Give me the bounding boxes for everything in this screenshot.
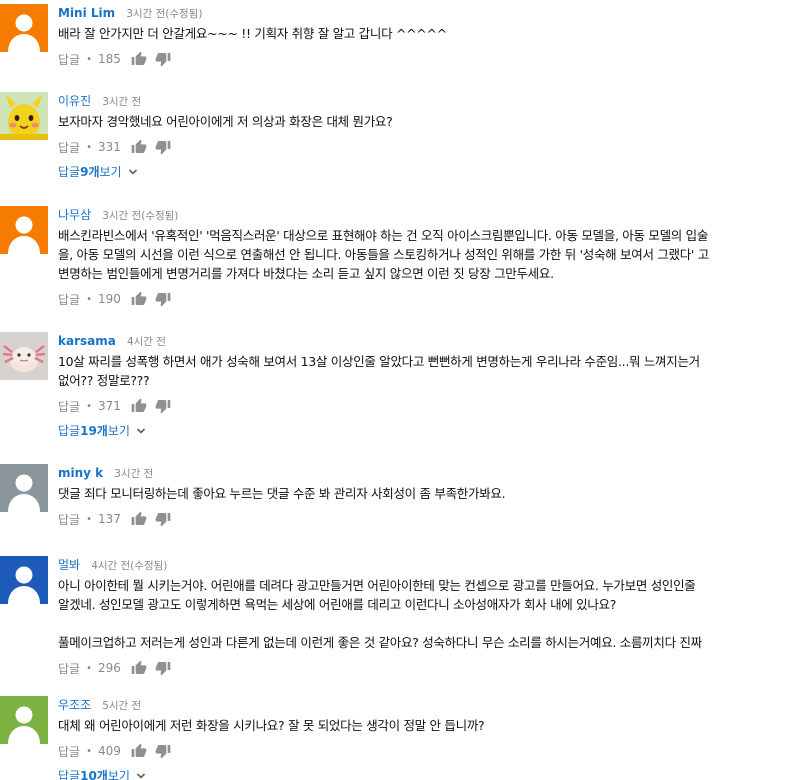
comment-author[interactable]: 나무삼 [58,208,91,222]
comment-text-line: 배스킨라빈스에서 '유혹적인' '먹음직스러운' 대상으로 표현해야 하는 건 … [58,228,709,243]
reply-count: 19개 [80,424,108,438]
chevron-down-icon [128,167,138,177]
avatar[interactable] [0,206,48,254]
reply-button[interactable]: 답글 [58,398,80,415]
like-count: 409 [98,744,121,758]
separator-dot: • [86,53,92,65]
thumbs-down-icon[interactable] [155,139,171,155]
thumbs-up-icon[interactable] [131,398,147,414]
separator-dot: • [86,513,92,525]
comment-author[interactable]: 이유진 [58,94,91,108]
comment-timestamp[interactable]: 3시간 전 [102,96,141,108]
chevron-down-icon [136,771,146,780]
comment-author[interactable]: karsama [58,334,116,348]
reply-count: 9개 [80,165,100,179]
comment-text: 배라 잘 안가지만 더 안갈게요~~~ !! 기획자 취향 잘 알고 갑니다 ^… [58,26,447,41]
thumbs-down-icon[interactable] [155,291,171,307]
comment-timestamp[interactable]: 5시간 전 [102,700,141,712]
comment-timestamp[interactable]: 4시간 전(수정됨) [91,560,167,572]
comment-text: 배스킨라빈스에서 '유혹적인' '먹음직스러운' 대상으로 표현해야 하는 건 … [58,226,790,283]
like-count: 190 [98,292,121,306]
separator-dot: • [86,662,92,674]
default-avatar-icon [0,556,48,604]
avatar[interactable] [0,92,48,140]
comment-text: 보자마자 경악했네요 어린아이에게 저 의상과 화장은 대체 뭔가요? [58,114,393,129]
comment-text-line: 없어?? 정말로??? [58,373,150,388]
view-replies-button[interactable]: 답글 10개 보기 [58,766,146,780]
comment-text: 아니 아이한테 뭘 시키는거야. 어린애를 데려다 광고만들거면 어린아이한테 … [58,576,790,652]
default-avatar-icon [0,696,48,744]
thumbs-up-icon[interactable] [131,291,147,307]
like-count: 296 [98,661,121,675]
thumbs-down-icon[interactable] [155,51,171,67]
separator-dot: • [86,745,92,757]
separator-dot: • [86,141,92,153]
avatar[interactable] [0,464,48,512]
axolotl-avatar-icon [0,332,48,380]
thumbs-up-icon[interactable] [131,743,147,759]
thumbs-up-icon[interactable] [131,51,147,67]
separator-dot: • [86,400,92,412]
comment-timestamp[interactable]: 3시간 전 [114,468,153,480]
thumbs-down-icon[interactable] [155,743,171,759]
reply-count: 10개 [80,769,108,780]
separator-dot: • [86,293,92,305]
comment-text: 댓글 죄다 모니터링하는데 좋아요 누르는 댓글 수준 봐 관리자 사회성이 좀… [58,486,506,501]
like-count: 185 [98,52,121,66]
thumbs-up-icon[interactable] [131,139,147,155]
default-avatar-icon [0,4,48,52]
view-replies-prefix: 답글 [58,424,81,438]
comment-text-line: 아니 아이한테 뭘 시키는거야. 어린애를 데려다 광고만들거면 어린아이한테 … [58,578,696,593]
default-avatar-icon [0,206,48,254]
thumbs-up-icon[interactable] [131,660,147,676]
comment-author[interactable]: 우조조 [58,698,91,712]
thumbs-down-icon[interactable] [155,398,171,414]
view-replies-suffix: 보기 [107,769,130,780]
default-avatar-icon [0,464,48,512]
comment-text-line: 을, 아동 모델의 시선을 이런 식으로 연출해선 안 됩니다. 아동들을 스토… [58,247,709,262]
reply-button[interactable]: 답글 [58,660,80,677]
comment-text-line: 변명하는 범인들에게 변명거리를 가져다 바쳤다는 소리 듣고 싶지 않으면 이… [58,266,554,281]
comment-text-line: 10살 짜리를 성폭행 하면서 애가 성숙해 보여서 13살 이상인줄 알았다고… [58,354,700,369]
comment-timestamp[interactable]: 3시간 전(수정됨) [102,210,178,222]
avatar[interactable] [0,332,48,380]
thumbs-down-icon[interactable] [155,660,171,676]
view-replies-prefix: 답글 [58,165,81,179]
comment-timestamp[interactable]: 3시간 전(수정됨) [126,8,202,20]
comment-text: 10살 짜리를 성폭행 하면서 애가 성숙해 보여서 13살 이상인줄 알았다고… [58,352,790,390]
comment-text: 대체 왜 어린아이에게 저런 화장을 시키나요? 잘 못 되었다는 생각이 정말… [58,718,485,733]
thumbs-down-icon[interactable] [155,511,171,527]
avatar[interactable] [0,556,48,604]
comment-author[interactable]: Mini Lim [58,6,115,20]
avatar[interactable] [0,4,48,52]
view-replies-suffix: 보기 [99,165,122,179]
view-replies-button[interactable]: 답글 19개 보기 [58,421,146,441]
reply-button[interactable]: 답글 [58,51,80,68]
like-count: 371 [98,399,121,413]
view-replies-suffix: 보기 [107,424,130,438]
like-count: 331 [98,140,121,154]
reply-button[interactable]: 답글 [58,743,80,760]
comment-text-line: 풀메이크업하고 저러는게 성인과 다른게 없는데 이런게 좋은 것 같아요? 성… [58,635,702,650]
reply-button[interactable]: 답글 [58,291,80,308]
comment-author[interactable]: 멀봐 [58,558,80,572]
reply-button[interactable]: 답글 [58,139,80,156]
thumbs-up-icon[interactable] [131,511,147,527]
view-replies-button[interactable]: 답글 9개 보기 [58,162,138,182]
comment-text-line: 알겠네. 성인모델 광고도 이렇게하면 욕먹는 세상에 어린애를 데리고 이런다… [58,597,617,612]
like-count: 137 [98,512,121,526]
view-replies-prefix: 답글 [58,769,81,780]
yellow-character-avatar-icon [0,92,48,140]
avatar[interactable] [0,696,48,744]
reply-button[interactable]: 답글 [58,511,80,528]
chevron-down-icon [136,426,146,436]
comment-timestamp[interactable]: 4시간 전 [127,336,166,348]
comment-author[interactable]: miny k [58,466,103,480]
